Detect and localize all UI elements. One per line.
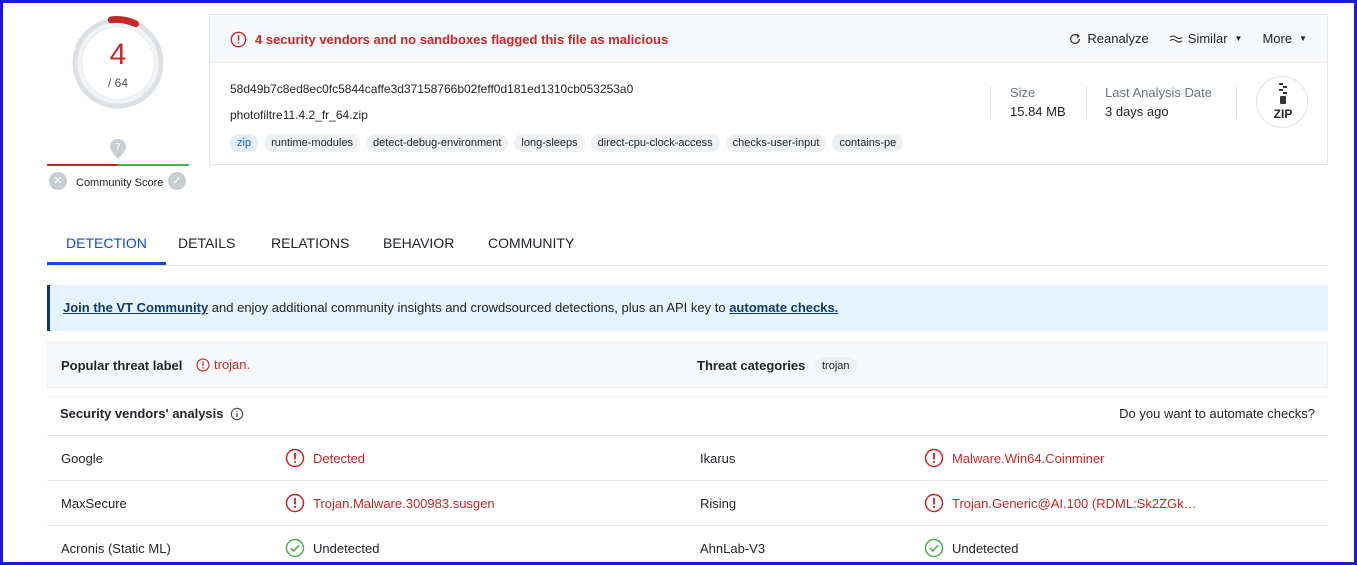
divider bbox=[990, 87, 991, 117]
vendor-result-text: Trojan.Malware.300983.susgen bbox=[313, 495, 495, 511]
vendor-name: Ikarus bbox=[700, 451, 736, 466]
file-tags: zip runtime-modules detect-debug-environ… bbox=[230, 134, 904, 152]
table-row: Google Detected Ikarus Malware.Win64.Coi… bbox=[47, 435, 1328, 480]
vendor-result-text: Undetected bbox=[313, 540, 380, 556]
community-score-marker-icon: ? bbox=[110, 139, 126, 159]
automate-checks-link[interactable]: automate checks. bbox=[729, 300, 838, 315]
vendor-result-text: Malware.Win64.Coinminer bbox=[952, 450, 1105, 466]
vendors-title: Security vendors' analysis bbox=[60, 406, 224, 421]
date-label: Last Analysis Date bbox=[1105, 85, 1212, 100]
tag-item[interactable]: checks-user-input bbox=[725, 134, 827, 152]
tab-details[interactable]: DETAILS bbox=[159, 220, 254, 265]
join-community-link[interactable]: Join the VT Community bbox=[63, 300, 208, 315]
vote-harmless-icon[interactable]: ✓ bbox=[168, 172, 186, 190]
vendors-table: Google Detected Ikarus Malware.Win64.Coi… bbox=[47, 435, 1328, 565]
similar-icon bbox=[1169, 34, 1183, 43]
vendor-result: Malware.Win64.Coinminer bbox=[924, 448, 1104, 468]
check-circle-icon bbox=[285, 538, 305, 558]
vendors-header: Security vendors' analysis Do you want t… bbox=[47, 396, 1328, 430]
detection-alert-text: 4 security vendors and no sandboxes flag… bbox=[255, 32, 669, 47]
vendor-result-text: Detected bbox=[313, 450, 366, 466]
last-analysis-date: Last Analysis Date 3 days ago bbox=[1105, 85, 1212, 119]
divider bbox=[1086, 87, 1087, 117]
vendor-result: Trojan.Malware.300983.susgen bbox=[285, 493, 495, 513]
alert-circle-icon bbox=[230, 31, 247, 48]
detection-count: 4 bbox=[109, 38, 127, 71]
vendor-name: AhnLab-V3 bbox=[700, 541, 766, 556]
vendor-result-text: Undetected bbox=[952, 540, 1019, 556]
file-type-label: ZIP bbox=[1273, 107, 1293, 121]
tag-item[interactable]: zip bbox=[230, 134, 259, 152]
size-value: 15.84 MB bbox=[1010, 104, 1066, 119]
tag-item[interactable]: runtime-modules bbox=[264, 134, 360, 152]
tab-community[interactable]: COMMUNITY bbox=[469, 220, 593, 265]
detection-total: / 64 bbox=[107, 76, 128, 90]
more-dropdown[interactable]: More ▼ bbox=[1262, 31, 1307, 46]
vendor-result: Trojan.Generic@AI.100 (RDML:Sk2ZGk… bbox=[924, 493, 1197, 513]
banner-text: and enjoy additional community insights … bbox=[208, 300, 730, 315]
vendor-result: Undetected bbox=[285, 538, 380, 558]
community-score-bar bbox=[47, 164, 189, 166]
tag-item[interactable]: long-sleeps bbox=[514, 134, 585, 152]
chevron-down-icon: ▼ bbox=[1234, 34, 1243, 43]
table-row: Acronis (Static ML) Undetected AhnLab-V3… bbox=[47, 525, 1328, 565]
similar-label: Similar bbox=[1187, 31, 1228, 46]
threat-category-tag[interactable]: trojan bbox=[815, 357, 857, 375]
community-banner: Join the VT Community and enjoy addition… bbox=[47, 285, 1328, 331]
alert-circle-icon bbox=[196, 357, 210, 372]
vote-malicious-icon[interactable]: ✕ bbox=[49, 172, 67, 190]
alert-bar: 4 security vendors and no sandboxes flag… bbox=[210, 15, 1327, 63]
svg-text:?: ? bbox=[115, 142, 120, 153]
popular-threat-text: trojan. bbox=[214, 357, 251, 372]
community-score-label: Community Score bbox=[76, 177, 164, 189]
vendor-name: MaxSecure bbox=[61, 496, 127, 511]
file-size: Size 15.84 MB bbox=[1010, 85, 1066, 119]
tab-detection[interactable]: DETECTION bbox=[47, 220, 166, 265]
more-label: More bbox=[1262, 31, 1293, 46]
file-name: photofiltre11.4.2_fr_64.zip bbox=[230, 108, 368, 122]
date-value: 3 days ago bbox=[1105, 104, 1169, 119]
vendor-result: Undetected bbox=[924, 538, 1019, 558]
alert-circle-icon bbox=[285, 448, 305, 468]
popular-threat-label: Popular threat label bbox=[61, 358, 183, 373]
tag-item[interactable]: detect-debug-environment bbox=[365, 134, 509, 152]
table-row: MaxSecure Trojan.Malware.300983.susgen R… bbox=[47, 480, 1328, 525]
similar-dropdown[interactable]: Similar ▼ bbox=[1169, 31, 1243, 46]
file-hash[interactable]: 58d49b7c8ed8ec0fc5844caffe3d37158766b02f… bbox=[230, 82, 633, 96]
threat-summary: Popular threat label trojan. Threat cate… bbox=[47, 342, 1328, 388]
alert-circle-icon bbox=[285, 493, 305, 513]
tab-behavior[interactable]: BEHAVIOR bbox=[364, 220, 473, 265]
threat-categories-label: Threat categories bbox=[697, 358, 806, 373]
vendor-result-text: Trojan.Generic@AI.100 (RDML:Sk2ZGk… bbox=[952, 495, 1197, 511]
reanalyze-button[interactable]: Reanalyze bbox=[1068, 31, 1149, 46]
alert-circle-icon bbox=[924, 448, 944, 468]
refresh-icon bbox=[1070, 33, 1081, 44]
popular-threat-value[interactable]: trojan. bbox=[196, 357, 250, 372]
zipper-icon bbox=[1279, 83, 1287, 104]
size-label: Size bbox=[1010, 85, 1036, 100]
vendor-name: Google bbox=[61, 451, 103, 466]
check-circle-icon bbox=[924, 538, 944, 558]
file-type-zip-icon: ZIP bbox=[1256, 76, 1308, 128]
vendor-name: Rising bbox=[700, 496, 737, 511]
tag-item[interactable]: direct-cpu-clock-access bbox=[590, 134, 720, 152]
tab-bar: DETECTION DETAILS RELATIONS BEHAVIOR COM… bbox=[47, 220, 1328, 266]
alert-circle-icon bbox=[924, 493, 944, 513]
info-icon[interactable] bbox=[230, 407, 244, 421]
automate-checks-prompt[interactable]: Do you want to automate checks? bbox=[1119, 406, 1315, 421]
divider bbox=[1236, 87, 1237, 117]
tag-item[interactable]: contains-pe bbox=[832, 134, 904, 152]
chevron-down-icon: ▼ bbox=[1299, 34, 1307, 43]
detection-score-widget: 4 / 64 ? ✕ Community Score ✓ bbox=[47, 12, 189, 192]
reanalyze-label: Reanalyze bbox=[1087, 31, 1149, 46]
tab-relations[interactable]: RELATIONS bbox=[252, 220, 368, 265]
vendor-result: Detected bbox=[285, 448, 365, 468]
file-summary-card: 4 security vendors and no sandboxes flag… bbox=[209, 14, 1328, 165]
vendor-name: Acronis (Static ML) bbox=[61, 541, 171, 556]
